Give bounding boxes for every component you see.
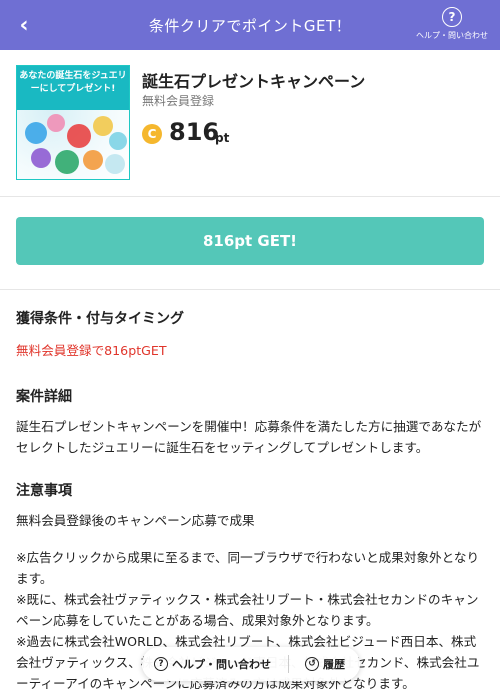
- campaign-category: 無料会員登録: [142, 94, 215, 108]
- gem-green-icon: [55, 150, 79, 174]
- points-unit: pt: [215, 131, 230, 145]
- gem-blue-icon: [25, 122, 47, 144]
- thumbnail-banner-text: あなたの誕生石をジュエリーにしてプレゼント!: [17, 66, 129, 110]
- footer-history-label: 履歴: [323, 658, 345, 671]
- header-help-button[interactable]: ? ヘルプ・問い合わせ: [412, 7, 492, 45]
- app-header: ‹ 条件クリアでポイントGET！ ? ヘルプ・問い合わせ: [0, 0, 500, 50]
- condition-heading: 獲得条件・付与タイミング: [16, 311, 184, 327]
- campaign-points: 816: [169, 118, 220, 146]
- notes-line-2: ※広告クリックから成果に至るまで、同一ブラウザで行わないと成果対象外となります。: [16, 550, 480, 586]
- gem-aqua-icon: [109, 132, 127, 150]
- question-circle-icon: ?: [154, 657, 168, 671]
- gem-purple-icon: [31, 148, 51, 168]
- notes-line-3: ※既に、株式会社ヴァティックス・株式会社リブート・株式会社セカンドのキャンペーン…: [16, 592, 479, 628]
- footer-help-button[interactable]: ? ヘルプ・問い合わせ: [142, 647, 288, 681]
- coin-icon: C: [142, 124, 162, 144]
- notes-heading: 注意事項: [16, 483, 72, 499]
- detail-text: 誕生石プレゼントキャンペーンを開催中！応募条件を満たした方に抽選であなたがセレク…: [16, 419, 482, 455]
- get-points-button[interactable]: 816pt GET!: [16, 217, 484, 265]
- footer-history-button[interactable]: ↺ 履歴: [289, 647, 345, 681]
- notes-line-1: 無料会員登録後のキャンペーン応募で成果: [16, 513, 255, 528]
- gem-clear-icon: [105, 154, 125, 174]
- footer-help-label: ヘルプ・問い合わせ: [172, 658, 271, 671]
- condition-text: 無料会員登録で816ptGET: [16, 343, 167, 358]
- floating-footer: ? ヘルプ・問い合わせ ↺ 履歴: [142, 647, 360, 681]
- gem-yellow-icon: [93, 116, 113, 136]
- header-help-label: ヘルプ・問い合わせ: [416, 31, 488, 40]
- gem-pink-icon: [47, 114, 65, 132]
- get-button-area: 816pt GET!: [0, 197, 500, 290]
- campaign-thumbnail: あなたの誕生石をジュエリーにしてプレゼント!: [16, 65, 130, 180]
- question-circle-icon: ?: [442, 7, 462, 27]
- campaign-name: 誕生石プレゼントキャンペーン: [142, 72, 366, 91]
- gem-red-icon: [67, 124, 91, 148]
- gem-orange-icon: [83, 150, 103, 170]
- detail-heading: 案件詳細: [16, 389, 72, 405]
- clock-history-icon: ↺: [305, 657, 319, 671]
